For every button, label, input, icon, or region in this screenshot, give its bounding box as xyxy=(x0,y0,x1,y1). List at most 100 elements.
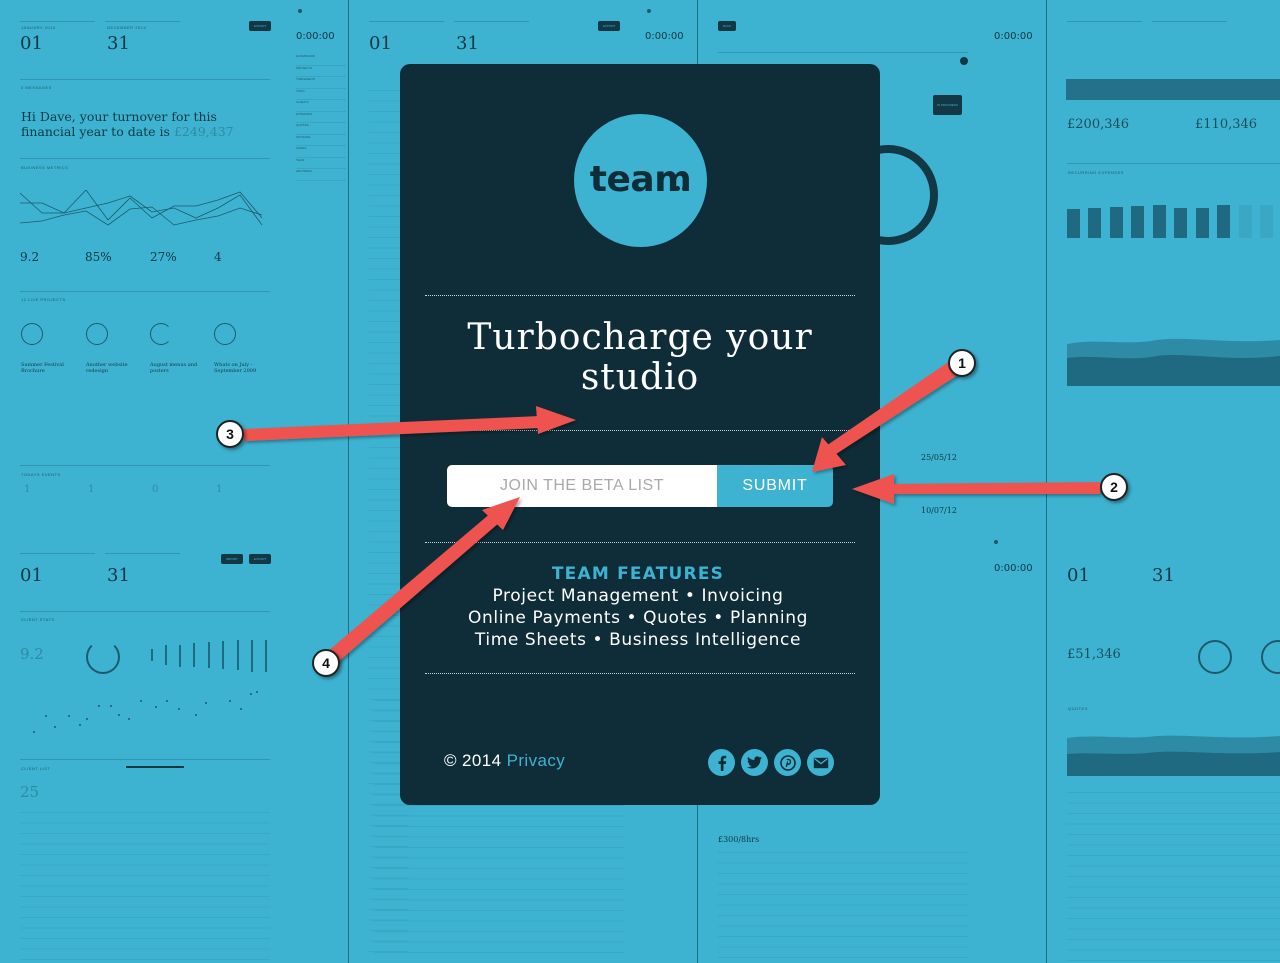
quotes-table xyxy=(1067,792,1280,962)
sidebar-item-clients[interactable]: Clients xyxy=(296,100,346,112)
project-title[interactable]: August menus and posters xyxy=(150,362,205,374)
team-logo: team xyxy=(574,114,707,247)
project-progress-ring xyxy=(150,323,172,345)
turnover-greeting: Hi Dave, your turnover for this financia… xyxy=(21,109,261,139)
expenses-breakdown-bar xyxy=(1066,79,1280,100)
footer: © 2014 Privacy xyxy=(444,751,565,771)
recurring-expenses-label: Recurring expenses xyxy=(1068,170,1124,175)
live-projects-label: 12 live projects xyxy=(21,297,66,302)
beta-signup-form: SUBMIT xyxy=(447,465,833,507)
date-end-value: 31 xyxy=(107,33,130,54)
background-dashboard-panel-4: £200,346 £110,346 Recurring expenses 01 … xyxy=(1047,0,1280,963)
settings-icon[interactable] xyxy=(647,9,651,13)
client-stats-label: Client stats xyxy=(21,617,55,622)
client-list-table xyxy=(20,812,270,962)
project-title[interactable]: Summer Festival Brochure xyxy=(21,362,76,374)
project-progress-ring xyxy=(86,323,108,345)
copyright-text: © 2014 xyxy=(444,751,502,770)
pinterest-button[interactable] xyxy=(774,749,801,776)
turnover-value: £249,437 xyxy=(173,124,234,139)
pinterest-icon xyxy=(779,754,796,771)
sidebar-item-helpdesk[interactable]: Helpdesk xyxy=(296,169,346,181)
milestone-date: 10/07/12 xyxy=(921,506,957,515)
event-count: 1 xyxy=(24,484,31,495)
date-end-value: 31 xyxy=(456,33,479,54)
client-list-label: Client list xyxy=(21,766,51,771)
sidebar-item-dashboard[interactable]: Dashboard xyxy=(296,54,346,66)
headline: Turbocharge your studio xyxy=(400,318,880,398)
facebook-icon xyxy=(718,755,726,771)
twitter-icon xyxy=(747,756,762,769)
submit-button[interactable]: SUBMIT xyxy=(717,465,833,507)
sidebar-item-quotes[interactable]: Quotes xyxy=(296,123,346,135)
date-start-value: 01 xyxy=(1067,565,1090,586)
import-button[interactable]: Import xyxy=(221,554,243,564)
beta-email-input[interactable] xyxy=(447,465,717,507)
invoice-rate: £300/8hrs xyxy=(718,835,760,844)
date-start-value: 01 xyxy=(20,565,43,586)
returning-clients-ring xyxy=(86,640,120,674)
event-count: 1 xyxy=(216,484,223,495)
messages-label: 0 messages xyxy=(21,85,52,90)
quotes-area-chart xyxy=(1067,735,1280,776)
sidebar-item-timesheets[interactable]: Timesheets xyxy=(296,77,346,89)
client-list-slider[interactable] xyxy=(126,766,184,768)
invoices-table xyxy=(718,852,968,962)
annotation-badge-2: 2 xyxy=(1100,473,1128,501)
metric-overbudget: 27% xyxy=(150,250,177,264)
envelope-icon xyxy=(813,757,828,768)
quotes-ring xyxy=(1261,640,1280,674)
date-start-value: 01 xyxy=(369,33,392,54)
features-line: Time Sheets • Business Intelligence xyxy=(474,630,802,650)
sidebar-item-expenses[interactable]: Expenses xyxy=(296,112,346,123)
metric-on-budget: 85% xyxy=(85,250,112,264)
background-dashboard-panel-1: January 2014 December 2014 01 31 Export … xyxy=(0,0,348,963)
todays-events-label: Todays events xyxy=(21,472,61,477)
event-count: 0 xyxy=(152,484,159,495)
export-button[interactable]: Export xyxy=(249,21,272,31)
logo-dots-icon xyxy=(673,159,688,200)
quotes-accepted-ring xyxy=(1198,640,1232,674)
timer-display: 0:00:00 xyxy=(645,31,684,42)
in-progress-badge: In progress xyxy=(933,95,962,115)
sidebar-item-team[interactable]: Team xyxy=(296,158,346,169)
date-end-label: December 2014 xyxy=(107,25,147,30)
email-button[interactable] xyxy=(807,749,834,776)
metric-client-rating: 9.2 xyxy=(20,250,40,264)
client-rating-value: 9.2 xyxy=(20,645,44,663)
business-metrics-label: Business metrics xyxy=(21,165,69,170)
wages-total: £110,346 xyxy=(1195,117,1258,132)
sidebar-item-invoices[interactable]: Invoices xyxy=(296,135,346,146)
facebook-button[interactable] xyxy=(708,749,735,776)
project-title[interactable]: Whats on July -September 2009 xyxy=(214,362,269,374)
total-quote-value: £51,346 xyxy=(1067,647,1121,662)
privacy-link[interactable]: Privacy xyxy=(507,751,566,770)
export-button[interactable]: Export xyxy=(249,554,272,564)
project-title[interactable]: Another website redesign xyxy=(86,362,141,374)
settings-icon[interactable] xyxy=(994,540,998,544)
expenses-area-chart xyxy=(1067,338,1280,386)
dropdown-icon[interactable] xyxy=(960,57,968,65)
divider xyxy=(425,295,855,296)
twitter-button[interactable] xyxy=(741,749,768,776)
features-line: Project Management • Invoicing xyxy=(492,586,784,606)
quotes-label: Quotes xyxy=(1068,706,1088,711)
event-count: 1 xyxy=(88,484,95,495)
back-button[interactable]: Back xyxy=(718,21,737,31)
sidebar-item-users[interactable]: Users xyxy=(296,146,346,158)
divider xyxy=(425,430,855,431)
date-end-value: 31 xyxy=(107,565,130,586)
logo-wordmark: team xyxy=(590,159,692,200)
sidebar-item-todo[interactable]: Todo xyxy=(296,89,346,100)
annotation-badge-3: 3 xyxy=(216,420,244,448)
sidebar-nav: Dashboard Projects Timesheets Todo Clien… xyxy=(296,54,346,181)
timer-display: 0:00:00 xyxy=(994,31,1033,42)
headline-line-2: studio xyxy=(580,357,700,398)
features-line: Online Payments • Quotes • Planning xyxy=(468,608,808,628)
date-start-value: 01 xyxy=(20,33,43,54)
divider xyxy=(425,673,855,674)
metric-average-rating: 4 xyxy=(214,250,222,264)
sidebar-item-projects[interactable]: Projects xyxy=(296,66,346,77)
timer-display: 0:00:00 xyxy=(296,31,335,42)
export-button[interactable]: Export xyxy=(598,21,621,31)
